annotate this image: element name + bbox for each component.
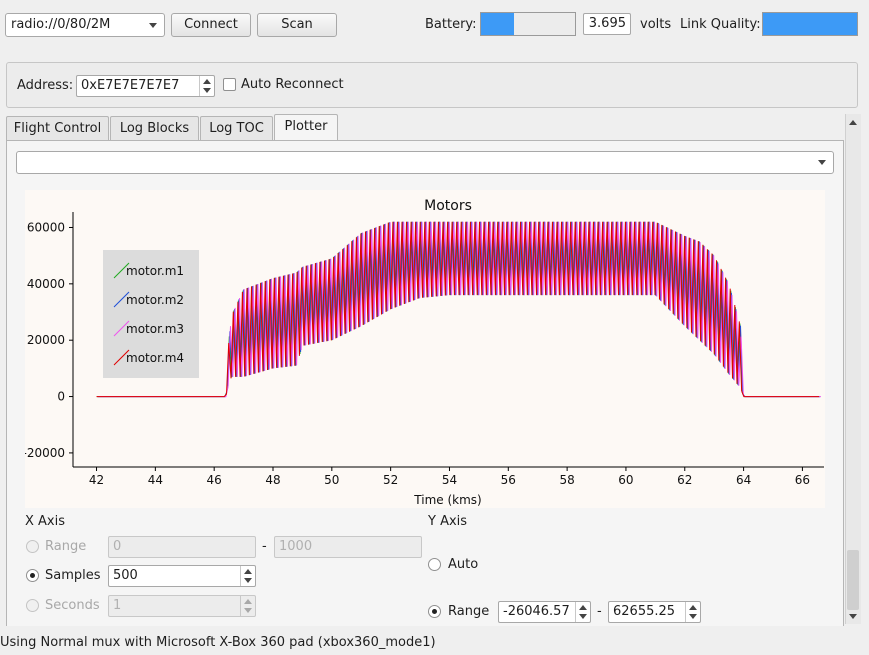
status-bar: Using Normal mux with Microsoft X-Box 36… bbox=[0, 626, 869, 655]
spin-down-icon[interactable] bbox=[244, 608, 252, 613]
y-tick-label: 40000 bbox=[27, 277, 65, 291]
legend-entry: motor.m1 bbox=[126, 264, 184, 278]
spin-up-icon[interactable] bbox=[689, 605, 697, 610]
x-seconds-input[interactable]: 1 bbox=[108, 595, 256, 617]
y-range-max-value: 62655.25 bbox=[613, 604, 676, 619]
spin-up-icon[interactable] bbox=[244, 569, 252, 574]
radio-selected-dot bbox=[30, 573, 35, 578]
spin-up-icon[interactable] bbox=[579, 605, 587, 610]
chevron-down-icon bbox=[149, 23, 157, 28]
radio-selected-dot bbox=[432, 609, 437, 614]
y-tick-label: 0 bbox=[57, 390, 65, 404]
x-range-label: Range bbox=[45, 539, 87, 554]
chart-legend: motor.m1 motor.m2 motor.m3 motor.m4 bbox=[103, 250, 199, 378]
status-text: Using Normal mux with Microsoft X-Box 36… bbox=[0, 635, 436, 650]
x-tick-label: 56 bbox=[501, 473, 516, 487]
x-tick-label: 42 bbox=[89, 473, 104, 487]
address-spinner[interactable] bbox=[199, 76, 214, 96]
address-value: 0xE7E7E7E7E7 bbox=[81, 78, 180, 93]
battery-voltage: 3.695 bbox=[583, 13, 631, 35]
y-tick-label: 20000 bbox=[27, 333, 65, 347]
x-seconds-spinner[interactable] bbox=[240, 596, 255, 616]
radio-uri-select[interactable]: radio://0/80/2M bbox=[5, 13, 165, 37]
x-range-min-input[interactable]: 0 bbox=[108, 536, 256, 558]
x-tick-label: 60 bbox=[618, 473, 633, 487]
y-range-min-value: -26046.57 bbox=[503, 604, 570, 619]
x-tick-label: 48 bbox=[265, 473, 280, 487]
x-tick-label: 50 bbox=[324, 473, 339, 487]
tab-flight-control[interactable]: Flight Control bbox=[6, 116, 109, 140]
tab-plotter[interactable]: Plotter bbox=[274, 114, 338, 141]
scroll-down-icon[interactable] bbox=[849, 614, 857, 619]
address-label: Address: bbox=[17, 78, 74, 93]
link-quality-bar bbox=[762, 12, 858, 36]
x-axis-label: Time (kms) bbox=[413, 493, 481, 507]
x-tick-label: 58 bbox=[559, 473, 574, 487]
x-tick-label: 52 bbox=[383, 473, 398, 487]
motors-chart: Motors 42 44 46 48 50 52 54 56 58 60 62 64 66 60000 40… bbox=[25, 190, 825, 508]
battery-label: Battery: bbox=[425, 17, 477, 32]
spin-down-icon[interactable] bbox=[203, 88, 211, 93]
x-range-separator: - bbox=[262, 539, 267, 554]
legend-entry: motor.m2 bbox=[126, 293, 184, 307]
x-seconds-radio[interactable] bbox=[26, 599, 39, 612]
y-range-max-input[interactable]: 62655.25 bbox=[608, 601, 701, 623]
y-tick-label: 60000 bbox=[27, 220, 65, 234]
radio-uri-value: radio://0/80/2M bbox=[11, 17, 111, 32]
spin-up-icon[interactable] bbox=[244, 599, 252, 604]
spin-down-icon[interactable] bbox=[244, 578, 252, 583]
chevron-down-icon bbox=[818, 160, 826, 165]
x-samples-radio[interactable] bbox=[26, 569, 39, 582]
x-samples-label: Samples bbox=[45, 568, 101, 583]
legend-entry: motor.m3 bbox=[126, 322, 184, 336]
y-range-separator: - bbox=[597, 604, 602, 619]
connect-button[interactable]: Connect bbox=[171, 13, 251, 37]
auto-reconnect-checkbox[interactable] bbox=[223, 78, 236, 91]
y-range-min-spinner[interactable] bbox=[575, 602, 590, 622]
x-tick-label: 54 bbox=[442, 473, 457, 487]
x-tick-label: 44 bbox=[148, 473, 163, 487]
y-range-radio[interactable] bbox=[428, 605, 441, 618]
x-tick-label: 62 bbox=[677, 473, 692, 487]
volts-label: volts bbox=[640, 17, 672, 32]
y-range-min-input[interactable]: -26046.57 bbox=[498, 601, 591, 623]
scrollbar-thumb[interactable] bbox=[847, 550, 859, 610]
spin-down-icon[interactable] bbox=[579, 614, 587, 619]
x-samples-value: 500 bbox=[113, 568, 138, 583]
battery-bar-fill bbox=[481, 13, 514, 35]
x-seconds-label: Seconds bbox=[45, 598, 100, 613]
x-axis-title: X Axis bbox=[25, 514, 66, 529]
x-tick-label: 66 bbox=[795, 473, 810, 487]
address-input[interactable]: 0xE7E7E7E7E7 bbox=[76, 75, 215, 97]
vertical-scrollbar[interactable] bbox=[845, 114, 861, 624]
x-tick-label: 64 bbox=[736, 473, 751, 487]
auto-reconnect-label[interactable]: Auto Reconnect bbox=[241, 77, 344, 92]
y-range-max-spinner[interactable] bbox=[685, 602, 700, 622]
scan-button[interactable]: Scan bbox=[257, 13, 337, 37]
battery-bar bbox=[480, 12, 576, 36]
y-auto-radio[interactable] bbox=[428, 558, 441, 571]
y-tick-label: -20000 bbox=[25, 446, 65, 460]
x-range-max-input[interactable]: 1000 bbox=[274, 536, 422, 558]
link-quality-label: Link Quality: bbox=[680, 17, 761, 32]
legend-entry: motor.m4 bbox=[126, 351, 184, 365]
chart-title: Motors bbox=[424, 198, 472, 214]
link-quality-bar-fill bbox=[763, 13, 857, 35]
x-samples-input[interactable]: 500 bbox=[108, 565, 256, 587]
y-range-label: Range bbox=[448, 604, 490, 619]
x-seconds-value: 1 bbox=[113, 598, 122, 613]
spin-up-icon[interactable] bbox=[203, 79, 211, 84]
tab-log-blocks[interactable]: Log Blocks bbox=[110, 116, 199, 140]
x-range-radio[interactable] bbox=[26, 540, 39, 553]
plot-config-select[interactable] bbox=[16, 151, 834, 174]
tab-log-toc[interactable]: Log TOC bbox=[200, 116, 273, 140]
x-tick-label: 46 bbox=[207, 473, 222, 487]
spin-down-icon[interactable] bbox=[689, 614, 697, 619]
y-auto-label: Auto bbox=[448, 557, 479, 572]
y-axis-title: Y Axis bbox=[428, 514, 468, 529]
scroll-up-icon[interactable] bbox=[849, 120, 857, 125]
x-samples-spinner[interactable] bbox=[240, 566, 255, 586]
